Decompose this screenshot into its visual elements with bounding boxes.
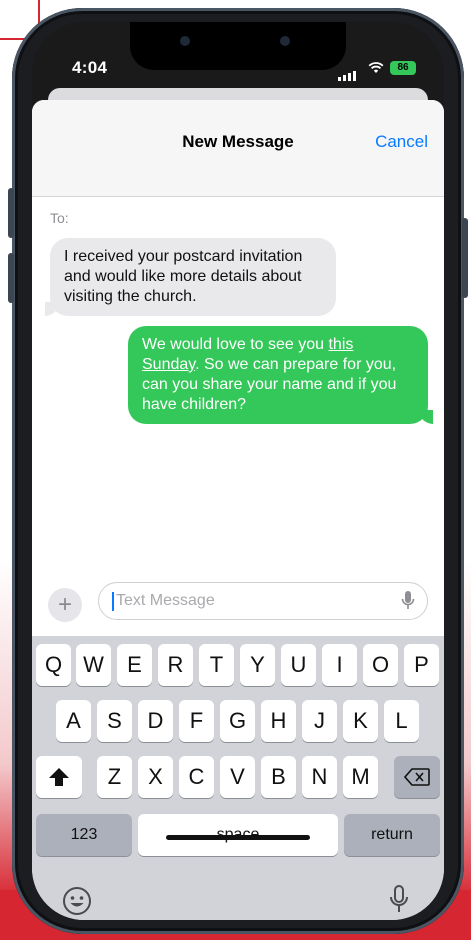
key-s[interactable]: S <box>97 700 132 742</box>
numbers-key[interactable]: 123 <box>36 814 132 856</box>
key-w[interactable]: W <box>76 644 111 686</box>
sheet-header: New Message Cancel <box>32 100 444 197</box>
power-button <box>462 218 468 298</box>
message-text: We would love to see you <box>142 336 329 353</box>
volume-down-button <box>8 253 14 303</box>
notch <box>130 22 346 70</box>
key-n[interactable]: N <box>302 756 337 798</box>
backspace-icon <box>403 768 430 786</box>
received-message-bubble: I received your postcard invitation and … <box>45 238 336 316</box>
key-r[interactable]: R <box>158 644 193 686</box>
wifi-icon <box>368 62 384 73</box>
key-x[interactable]: X <box>138 756 173 798</box>
key-c[interactable]: C <box>179 756 214 798</box>
new-message-sheet: New Message Cancel To: I received your p… <box>32 100 444 920</box>
phone-screen: 4:04 86 New Message Cancel To: I receive… <box>32 22 444 920</box>
emoji-icon[interactable] <box>62 886 92 916</box>
signal-icon <box>338 63 358 81</box>
cancel-button[interactable]: Cancel <box>375 132 428 152</box>
keyboard: Q W E R T Y U I O P A S D F G H J K L Z … <box>32 636 444 920</box>
key-l[interactable]: L <box>384 700 419 742</box>
home-indicator[interactable] <box>166 835 310 840</box>
to-field-label[interactable]: To: <box>50 210 69 226</box>
key-t[interactable]: T <box>199 644 234 686</box>
key-h[interactable]: H <box>261 700 296 742</box>
key-j[interactable]: J <box>302 700 337 742</box>
key-e[interactable]: E <box>117 644 152 686</box>
key-d[interactable]: D <box>138 700 173 742</box>
key-v[interactable]: V <box>220 756 255 798</box>
backspace-key[interactable] <box>394 756 440 798</box>
message-input[interactable]: Text Message <box>98 582 428 620</box>
key-p[interactable]: P <box>404 644 439 686</box>
key-b[interactable]: B <box>261 756 296 798</box>
microphone-icon[interactable] <box>401 590 415 612</box>
plus-icon[interactable]: + <box>48 588 82 622</box>
microphone-icon[interactable] <box>389 884 409 916</box>
key-o[interactable]: O <box>363 644 398 686</box>
sent-message-bubble: We would love to see you this Sunday. So… <box>128 326 433 424</box>
shift-icon <box>49 768 69 786</box>
key-k[interactable]: K <box>343 700 378 742</box>
camera-dot <box>280 36 290 46</box>
key-f[interactable]: F <box>179 700 214 742</box>
key-z[interactable]: Z <box>97 756 132 798</box>
key-y[interactable]: Y <box>240 644 275 686</box>
phone-frame: 4:04 86 New Message Cancel To: I receive… <box>8 8 468 934</box>
battery-icon: 86 <box>390 61 416 75</box>
key-q[interactable]: Q <box>36 644 71 686</box>
key-u[interactable]: U <box>281 644 316 686</box>
clock: 4:04 <box>72 58 108 77</box>
sensor-dot <box>180 36 190 46</box>
volume-up-button <box>8 188 14 238</box>
key-a[interactable]: A <box>56 700 91 742</box>
return-key[interactable]: return <box>344 814 440 856</box>
key-m[interactable]: M <box>343 756 378 798</box>
shift-key[interactable] <box>36 756 82 798</box>
message-placeholder: Text Message <box>116 592 215 609</box>
key-i[interactable]: I <box>322 644 357 686</box>
text-cursor <box>112 592 114 611</box>
key-g[interactable]: G <box>220 700 255 742</box>
